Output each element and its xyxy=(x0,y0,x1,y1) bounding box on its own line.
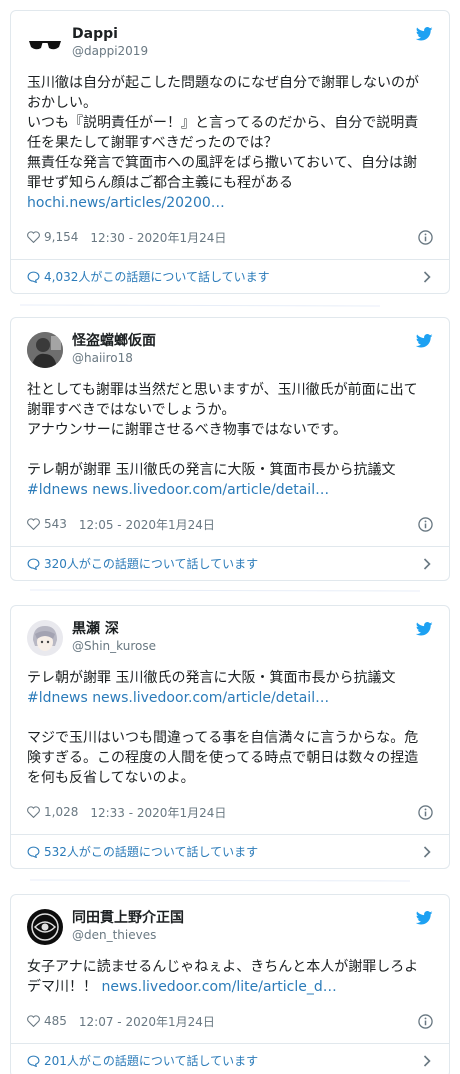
timestamp[interactable]: 12:30 - 2020年1月24日 xyxy=(90,229,226,246)
anime-character-icon xyxy=(27,620,63,656)
display-name[interactable]: Dappi xyxy=(72,26,148,43)
heart-icon[interactable] xyxy=(27,231,40,243)
handle[interactable]: @den_thieves xyxy=(72,927,184,944)
chevron-right-icon[interactable] xyxy=(423,1055,431,1067)
timestamp[interactable]: 12:07 - 2020年1月24日 xyxy=(79,1013,215,1030)
handle[interactable]: @haiiro18 xyxy=(72,350,156,367)
article-link[interactable]: #ldnews news.livedoor.com/article/detail… xyxy=(27,690,329,706)
handle[interactable]: @dappi2019 xyxy=(72,43,148,60)
article-link[interactable]: #ldnews news.livedoor.com/article/detail… xyxy=(27,482,329,498)
speech-bubble-icon xyxy=(27,271,40,283)
like-count[interactable]: 485 xyxy=(44,1014,67,1028)
display-name[interactable]: 怪盗蟷螂仮面 xyxy=(72,333,156,350)
avatar[interactable] xyxy=(27,620,63,656)
conversation-text[interactable]: 201人がこの話題について話しています xyxy=(44,1052,258,1069)
text-prefix: デマ川！！ xyxy=(27,979,102,995)
timestamp[interactable]: 12:05 - 2020年1月24日 xyxy=(79,516,215,533)
conversation-text[interactable]: 320人がこの話題について話しています xyxy=(44,555,258,572)
sunglasses-icon xyxy=(27,25,63,61)
tweet-text: 社としても謝罪は当然だと思いますが、玉川徹氏が前面に出て 謝罪すべきではないでし… xyxy=(27,382,418,498)
tweet-card[interactable]: 怪盗蟷螂仮面 @haiiro18 社としても謝罪は当然だと思いますが、玉川徹氏が… xyxy=(10,317,450,581)
conversation-link[interactable]: 320人がこの話題について話しています xyxy=(11,546,449,580)
conversation-text[interactable]: 532人がこの話題について話しています xyxy=(44,843,258,860)
display-name[interactable]: 黒瀬 深 xyxy=(72,621,156,638)
timestamp[interactable]: 12:33 - 2020年1月24日 xyxy=(90,804,226,821)
heart-icon[interactable] xyxy=(27,518,40,530)
chevron-right-icon[interactable] xyxy=(423,558,431,570)
twitter-bird-icon[interactable] xyxy=(416,27,433,41)
info-icon[interactable] xyxy=(418,804,433,820)
heart-icon[interactable] xyxy=(27,1015,40,1027)
info-icon[interactable] xyxy=(418,1013,433,1029)
article-link[interactable]: hochi.news/articles/20200… xyxy=(27,195,225,211)
conversation-link[interactable]: 4,032人がこの話題について話しています xyxy=(11,259,449,293)
like-count[interactable]: 1,028 xyxy=(44,805,78,819)
speech-bubble-icon xyxy=(27,846,40,858)
tweet-text: テレ朝が謝罪 玉川徹氏の発言に大阪・箕面市長から抗議文 #ldnews news… xyxy=(27,670,419,786)
info-icon[interactable] xyxy=(418,229,433,245)
twitter-bird-icon[interactable] xyxy=(416,334,433,348)
avatar[interactable] xyxy=(27,25,63,61)
info-icon[interactable] xyxy=(418,516,433,532)
emblem-icon xyxy=(27,909,63,945)
speech-bubble-icon xyxy=(27,558,40,570)
chevron-right-icon[interactable] xyxy=(423,846,431,858)
twitter-bird-icon[interactable] xyxy=(416,622,433,636)
display-name[interactable]: 同田貫上野介正国 xyxy=(72,910,184,927)
tweet-card[interactable]: Dappi @dappi2019 玉川徹は自分が起こした問題なのになぜ自分で謝罪… xyxy=(10,10,450,294)
tweet-text: 玉川徹は自分が起こした問題なのになぜ自分で謝罪しないのが おかしい。 いつも『説… xyxy=(27,75,419,211)
speech-bubble-icon xyxy=(27,1055,40,1067)
tweet-card[interactable]: 同田貫上野介正国 @den_thieves 女子アナに読ませるんじゃねぇよ、きち… xyxy=(10,894,450,1074)
tweet-card[interactable]: 黒瀬 深 @Shin_kurose テレ朝が謝罪 玉川徹氏の発言に大阪・箕面市長… xyxy=(10,605,450,869)
like-count[interactable]: 543 xyxy=(44,517,67,531)
heart-icon[interactable] xyxy=(27,806,40,818)
tweet-text: 女子アナに読ませるんじゃねぇよ、きちんと本人が謝罪しろよ デマ川！！ news.… xyxy=(27,959,419,995)
like-count[interactable]: 9,154 xyxy=(44,230,78,244)
conversation-link[interactable]: 201人がこの話題について話しています xyxy=(11,1043,449,1074)
person-icon xyxy=(27,332,63,368)
twitter-bird-icon[interactable] xyxy=(416,911,433,925)
chevron-right-icon[interactable] xyxy=(423,271,431,283)
article-link[interactable]: news.livedoor.com/lite/article_d… xyxy=(101,979,336,995)
avatar[interactable] xyxy=(27,332,63,368)
conversation-link[interactable]: 532人がこの話題について話しています xyxy=(11,834,449,868)
avatar[interactable] xyxy=(27,909,63,945)
handle[interactable]: @Shin_kurose xyxy=(72,638,156,655)
conversation-text[interactable]: 4,032人がこの話題について話しています xyxy=(44,268,270,285)
